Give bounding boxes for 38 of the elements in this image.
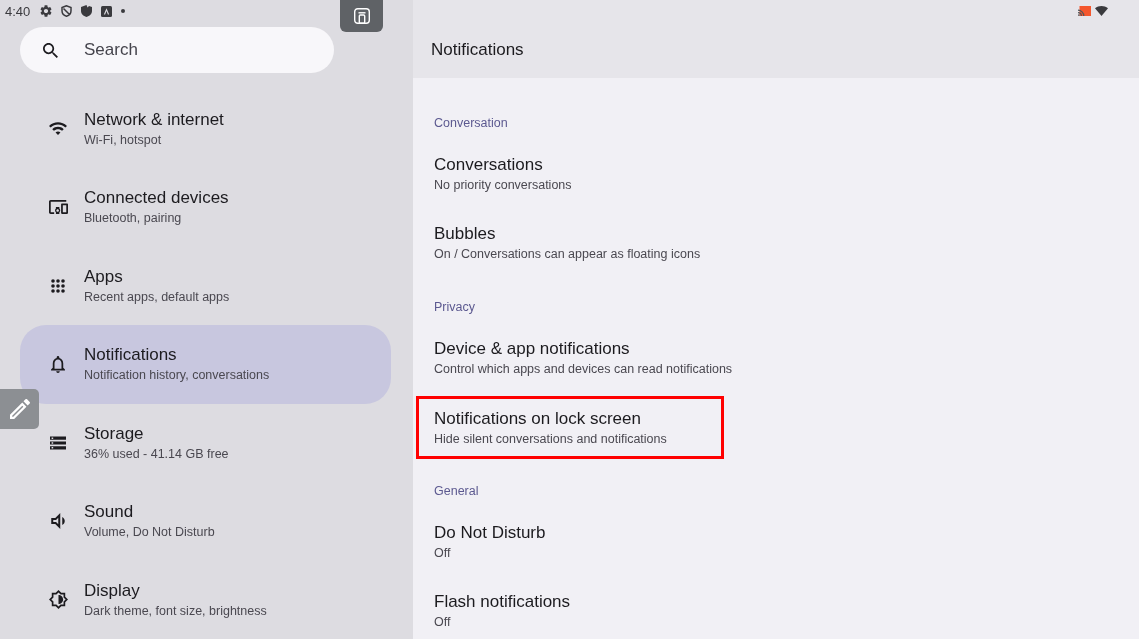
cast-icon [1078,6,1091,16]
search-field[interactable]: Search [20,27,334,73]
settings-item[interactable]: Do Not Disturb Off [434,521,546,562]
frame-icon [353,8,370,24]
devices-icon [48,200,68,215]
dot-grid-icon [51,278,65,293]
edit-button[interactable] [0,389,39,429]
settings-icon [40,5,53,17]
wifi-icon [49,122,67,136]
bell-icon [51,355,65,373]
settings-item[interactable]: Flash notifications Off [434,591,571,632]
search-icon [43,43,58,58]
speaker-icon [51,513,65,530]
sidebar-item[interactable]: Notifications Notification history, conversations [20,325,391,404]
shield-outline-icon [61,5,73,17]
settings-item[interactable]: Bubbles On / Conversations can appear as floating icons [434,223,701,264]
sidebar-item[interactable]: Network & internet Wi-Fi, hotspot [20,89,391,168]
section-header: General [434,483,479,500]
settings-item[interactable]: Device & app notifications Control which apps and devices can read notifications [434,337,733,378]
page-title: Notifications [431,39,524,61]
sidebar-item[interactable]: Storage 36% used - 41.14 GB free [20,403,391,482]
sidebar-item[interactable]: Display Dark theme, font size, brightness [20,560,391,639]
settings-item[interactable]: Conversations No priority conversations [434,153,572,194]
tile-icon [101,5,113,17]
settings-item[interactable]: Notifications on lock screen Hide silent conversations and notifications [416,395,724,460]
wifi-icon [1095,6,1108,16]
sidebar-item[interactable]: Apps Recent apps, default apps [20,246,391,325]
section-header: Privacy [434,299,475,316]
dot-icon [121,9,126,13]
overlay-button[interactable] [340,0,383,32]
sidebar-item[interactable]: Sound Volume, Do Not Disturb [20,482,391,561]
section-header: Conversation [434,115,508,132]
pencil-icon [9,399,30,419]
status-time: 4:40 [5,3,31,19]
shield-icon [81,5,93,17]
sidebar-item[interactable]: Connected devices Bluetooth, pairing [20,168,391,247]
brightness-icon [48,590,68,610]
storage-icon [50,435,66,450]
